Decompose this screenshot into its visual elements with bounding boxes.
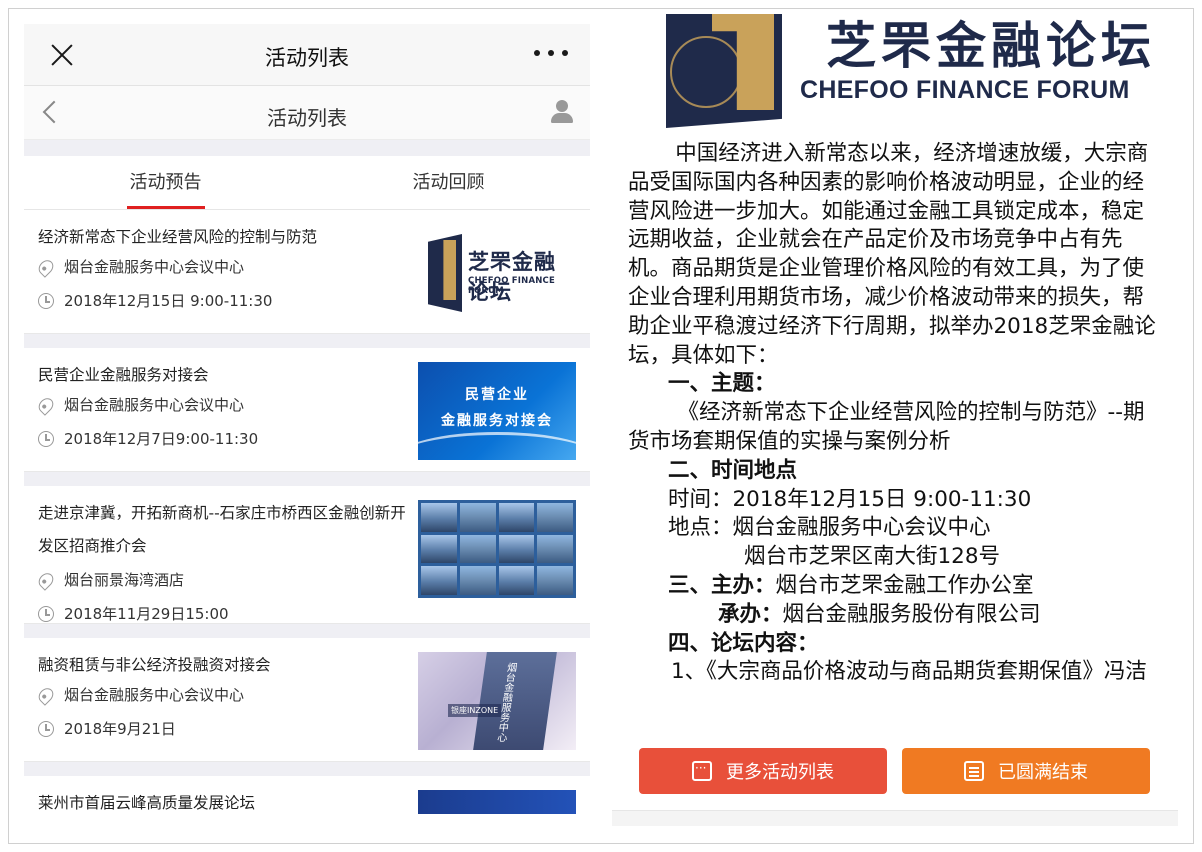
event-thumbnail: 芝罘金融论坛 CHEFOO FINANCE FORUM xyxy=(418,224,576,322)
location-pin-icon xyxy=(35,394,57,416)
event-description: 中国经济进入新常态以来，经济增速放缓，大宗商品受国际国内各种因素的影响价格波动明… xyxy=(628,140,1164,687)
section-heading: 四、论坛内容： xyxy=(668,630,819,656)
place-line: 地点：烟台金融服务中心会议中心 xyxy=(668,515,991,541)
more-events-button[interactable]: 更多活动列表 xyxy=(639,748,887,794)
clock-icon xyxy=(38,606,54,622)
user-profile-icon[interactable] xyxy=(550,100,574,124)
event-ended-button[interactable]: 已圆满结束 xyxy=(902,748,1150,794)
event-location: 烟台金融服务中心会议中心 xyxy=(35,678,406,712)
co-host-label: 承办： xyxy=(718,601,783,627)
time-line: 时间：2018年12月15日 9:00-11:30 xyxy=(668,486,1032,512)
event-detail-screen: 芝罘金融论坛 CHEFOO FINANCE FORUM 中国经济进入新常态以来，… xyxy=(612,14,1178,826)
host-org: 烟台市芝罘金融工作办公室 xyxy=(775,572,1034,598)
forum-logo-mark xyxy=(666,14,782,128)
section-heading: 一、主题： xyxy=(668,371,776,397)
event-time: 2018年12月15日 9:00-11:30 xyxy=(38,284,406,318)
content-item: 1、《大宗商品价格波动与商品期货套期保值》冯洁 xyxy=(671,659,1147,685)
chat-icon xyxy=(692,760,712,781)
event-list-screen: 活动列表 活动列表 活动预告 活动回顾 经济新常态下企业经营风险的控制与防范 烟… xyxy=(24,24,590,830)
clock-icon xyxy=(38,293,54,309)
window-title: 活动列表 xyxy=(265,46,349,70)
event-time: 2018年9月21日 xyxy=(38,712,406,746)
page-nav-bar: 活动列表 xyxy=(24,86,590,140)
event-thumbnail xyxy=(418,790,576,814)
more-options-icon[interactable] xyxy=(534,50,568,58)
event-tabs: 活动预告 活动回顾 xyxy=(24,156,590,210)
event-title: 经济新常态下企业经营风险的控制与防范 xyxy=(38,228,318,246)
event-title: 融资租赁与非公经济投融资对接会 xyxy=(38,656,271,674)
event-location: 烟台金融服务中心会议中心 xyxy=(35,250,406,284)
event-title: 民营企业金融服务对接会 xyxy=(38,366,209,384)
clock-icon xyxy=(38,431,54,447)
event-thumbnail: 民营企业 金融服务对接会 xyxy=(418,362,576,460)
co-host-org: 烟台金融服务股份有限公司 xyxy=(782,601,1041,627)
document-icon xyxy=(964,761,984,781)
clock-icon xyxy=(38,721,54,737)
event-title: 莱州市首届云峰高质量发展论坛 xyxy=(38,794,256,812)
list-item[interactable]: 经济新常态下企业经营风险的控制与防范 烟台金融服务中心会议中心 2018年12月… xyxy=(24,210,590,334)
bottom-action-bar: 更多活动列表 已圆满结束 xyxy=(612,734,1178,826)
theme-text: 《经济新常态下企业经营风险的控制与防范》--期货市场套期保值的实操与案例分析 xyxy=(628,400,1145,454)
section-heading: 三、主办： xyxy=(668,572,776,598)
list-item[interactable]: 走进京津冀，开拓新商机--石家庄市桥西区金融创新开发区招商推介会 烟台丽景海湾酒… xyxy=(24,486,590,624)
location-pin-icon xyxy=(35,569,57,591)
app-top-bar: 活动列表 xyxy=(24,24,590,86)
tab-review[interactable]: 活动回顾 xyxy=(307,156,590,209)
event-thumbnail: 烟台金融服务中心 银座INZONE xyxy=(418,652,576,750)
list-item[interactable]: 民营企业金融服务对接会 烟台金融服务中心会议中心 2018年12月7日9:00-… xyxy=(24,348,590,472)
page-title: 活动列表 xyxy=(267,106,347,130)
event-time: 2018年12月7日9:00-11:30 xyxy=(38,422,406,456)
location-pin-icon xyxy=(35,684,57,706)
intro-paragraph: 中国经济进入新常态以来，经济增速放缓，大宗商品受国际国内各种因素的影响价格波动明… xyxy=(628,141,1156,368)
forum-logo-mark xyxy=(428,234,462,312)
event-list: 经济新常态下企业经营风险的控制与防范 烟台金融服务中心会议中心 2018年12月… xyxy=(24,210,590,830)
location-pin-icon xyxy=(35,256,57,278)
list-item[interactable]: 融资租赁与非公经济投融资对接会 烟台金融服务中心会议中心 2018年9月21日 … xyxy=(24,638,590,762)
event-title: 走进京津冀，开拓新商机--石家庄市桥西区金融创新开发区招商推介会 xyxy=(38,504,406,555)
tab-upcoming[interactable]: 活动预告 xyxy=(24,156,307,209)
event-time: 2018年11月29日15:00 xyxy=(38,597,406,631)
address-line: 烟台市芝罘区南大街128号 xyxy=(744,544,1001,570)
event-location: 烟台丽景海湾酒店 xyxy=(35,563,406,597)
section-heading: 二、时间地点 xyxy=(668,457,798,483)
event-thumbnail xyxy=(418,500,576,598)
forum-logo: 芝罘金融论坛 CHEFOO FINANCE FORUM xyxy=(666,14,1176,128)
event-location: 烟台金融服务中心会议中心 xyxy=(35,388,406,422)
list-item[interactable]: 莱州市首届云峰高质量发展论坛 xyxy=(24,776,590,830)
